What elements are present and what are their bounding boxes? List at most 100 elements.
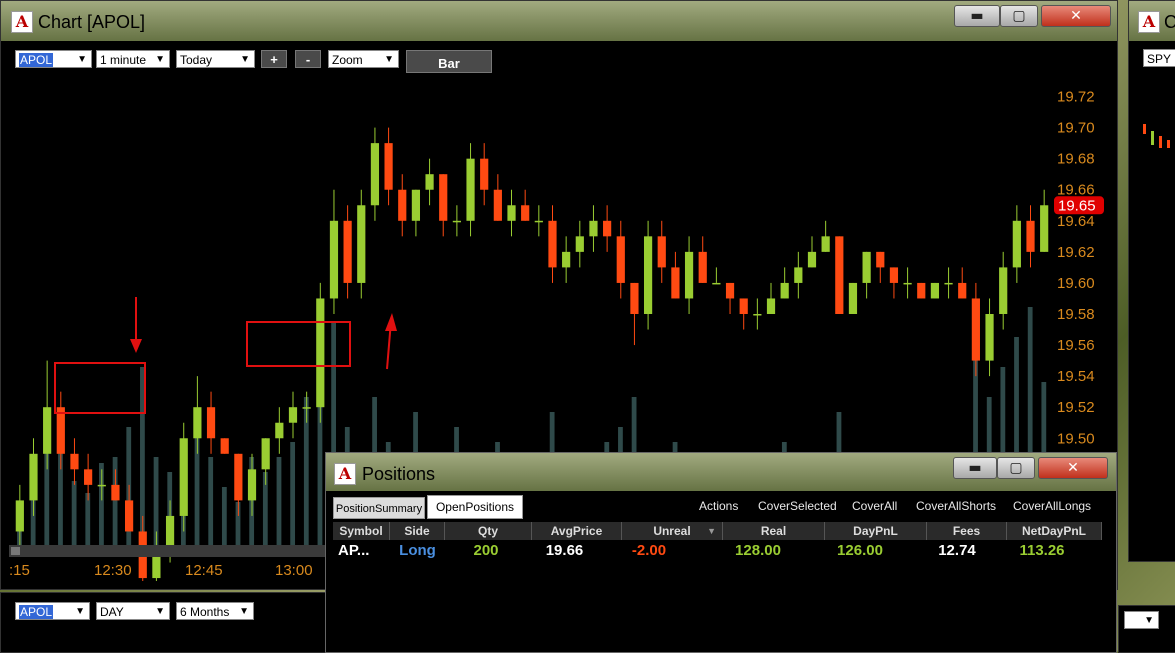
candle-body	[193, 407, 202, 439]
chart-titlebar[interactable]: A Chart [APOL] ▬ ▢ ✕	[1, 1, 1117, 41]
chevron-down-icon: ▼	[1144, 615, 1154, 626]
candle-body	[1012, 220, 1021, 268]
unreal-header-label: Unreal	[653, 524, 691, 538]
col-header-netdaypnl[interactable]: NetDayPnL	[1007, 522, 1102, 540]
app-logo-icon: A	[334, 463, 356, 485]
y-tick-label: 19.62	[1057, 244, 1095, 261]
close-button[interactable]: ✕	[1041, 5, 1111, 27]
candle-body	[958, 282, 967, 299]
cover-selected-button[interactable]: CoverSelected	[758, 499, 837, 513]
candle-body	[56, 407, 65, 454]
y-tick-label: 19.60	[1057, 275, 1095, 292]
cell-daypnl: 126.00	[837, 542, 883, 559]
y-tick-label: 19.56	[1057, 337, 1095, 354]
cell-unreal: -2.00	[631, 542, 667, 559]
spy-titlebar[interactable]: A C	[1129, 1, 1175, 41]
daily-interval-value: DAY	[100, 605, 124, 619]
col-header-daypnl[interactable]: DayPnL	[825, 522, 927, 540]
candle-body	[889, 267, 899, 283]
y-tick-label: 19.68	[1057, 151, 1095, 168]
right-bottom-dropdown[interactable]: ▼	[1124, 611, 1159, 629]
up-arrow-head	[385, 313, 397, 331]
col-header-unreal[interactable]: Unreal ▼	[622, 522, 723, 540]
daily-chart-window: APOL ▼ DAY ▼ 6 Months ▼	[0, 592, 332, 653]
spy-candle	[1167, 140, 1170, 148]
candle-body	[971, 298, 980, 361]
candle-body	[329, 220, 339, 299]
candle-body	[84, 469, 93, 485]
candle-body	[357, 205, 366, 283]
positions-titlebar[interactable]: A Positions ▬ ▢ ✕	[326, 453, 1116, 491]
candle-body	[507, 205, 516, 221]
candle-body	[985, 314, 994, 361]
col-header-side[interactable]: Side	[390, 522, 445, 540]
tab-open-positions[interactable]: OpenPositions	[427, 495, 523, 519]
candle-body	[821, 236, 830, 252]
app-logo-icon: A	[1138, 11, 1160, 33]
candle-body	[521, 205, 530, 221]
cell-side: Long	[399, 542, 436, 559]
zoom-out-button[interactable]: -	[295, 50, 321, 68]
maximize-button[interactable]: ▢	[1000, 5, 1038, 27]
candle-body	[70, 453, 79, 470]
candle-body	[179, 438, 188, 516]
candle-body	[548, 220, 557, 268]
candle-body	[657, 236, 666, 268]
daily-symbol-dropdown[interactable]: APOL ▼	[15, 602, 90, 620]
x-tick-label: :15	[9, 562, 30, 579]
bar-type-button[interactable]: Bar	[406, 50, 492, 73]
volume-bar	[85, 493, 91, 547]
mode-dropdown[interactable]: Zoom ▼	[328, 50, 399, 68]
cover-all-button[interactable]: CoverAll	[852, 499, 897, 513]
actions-label[interactable]: Actions	[699, 499, 738, 513]
candle-body	[725, 282, 735, 299]
volume-bar	[221, 487, 227, 547]
range-dropdown[interactable]: Today ▼	[176, 50, 255, 68]
daily-interval-dropdown[interactable]: DAY ▼	[96, 602, 170, 620]
symbol-dropdown[interactable]: APOL ▼	[15, 50, 92, 68]
candle-body	[848, 282, 858, 314]
candle-body	[562, 251, 571, 268]
candle-body	[398, 189, 407, 221]
chevron-down-icon: ▼	[384, 54, 394, 65]
daily-range-value: 6 Months	[180, 605, 230, 619]
positions-maximize-button[interactable]: ▢	[997, 457, 1035, 479]
cell-qty: 200	[473, 542, 499, 559]
candle-body	[15, 500, 24, 532]
spy-window-title: C	[1164, 12, 1175, 32]
cover-all-shorts-button[interactable]: CoverAllShorts	[916, 499, 996, 513]
candle-body	[1026, 220, 1035, 252]
positions-close-button[interactable]: ✕	[1038, 457, 1108, 479]
scrollbar-thumb	[11, 547, 20, 555]
candle-body	[124, 500, 134, 532]
minimize-button[interactable]: ▬	[954, 5, 1000, 27]
candle-body	[712, 282, 721, 285]
candle-body	[247, 469, 257, 501]
spy-symbol-dropdown[interactable]: SPY	[1143, 49, 1175, 67]
interval-dropdown[interactable]: 1 minute ▼	[96, 50, 170, 68]
tab-position-summary[interactable]: PositionSummary	[333, 497, 425, 519]
chart-window-title: Chart [APOL]	[38, 12, 146, 32]
positions-minimize-button[interactable]: ▬	[953, 457, 997, 479]
candle-body	[261, 438, 270, 470]
cover-all-longs-button[interactable]: CoverAllLongs	[1013, 499, 1091, 513]
app-logo-icon: A	[11, 11, 33, 33]
col-header-qty[interactable]: Qty	[445, 522, 532, 540]
cell-real: 128.00	[735, 542, 781, 559]
candle-body	[480, 158, 489, 190]
col-header-symbol[interactable]: Symbol	[333, 522, 390, 540]
zoom-in-button[interactable]: +	[261, 50, 287, 68]
spy-chart-window: A C SPY	[1128, 0, 1175, 562]
cell-fees: 12.74	[938, 542, 976, 559]
candle-body	[111, 484, 120, 501]
candle-body	[439, 174, 448, 221]
col-header-avgprice[interactable]: AvgPrice	[532, 522, 622, 540]
daily-range-dropdown[interactable]: 6 Months ▼	[176, 602, 254, 620]
sort-desc-icon: ▼	[707, 526, 716, 536]
col-header-real[interactable]: Real	[723, 522, 825, 540]
candle-body	[780, 282, 789, 299]
chevron-down-icon: ▼	[240, 54, 250, 65]
col-header-fees[interactable]: Fees	[927, 522, 1007, 540]
candle-body	[452, 220, 461, 223]
y-tick-label: 19.50	[1057, 430, 1095, 447]
